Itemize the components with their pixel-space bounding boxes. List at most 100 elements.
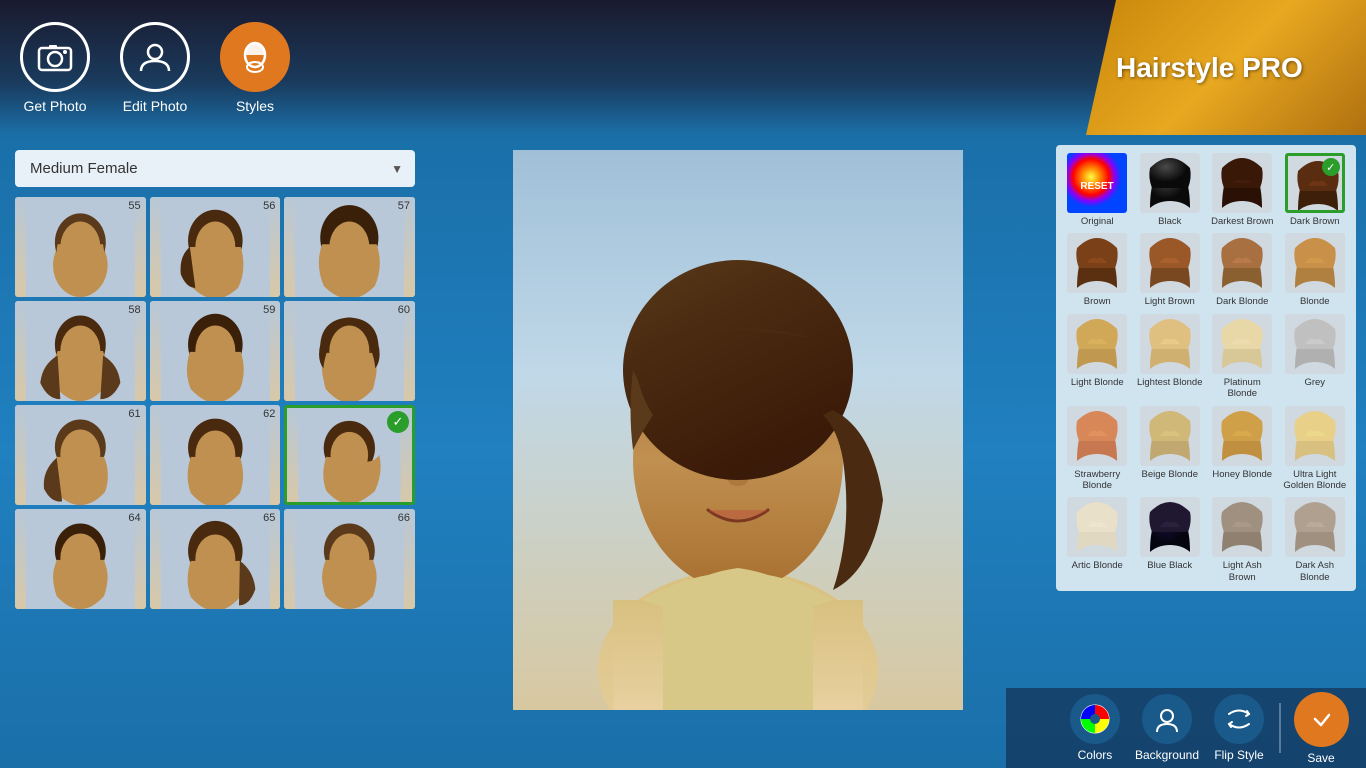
blonde-swatch-preview xyxy=(1285,233,1345,293)
style-item-63[interactable]: ✓ xyxy=(284,405,415,505)
blonde-swatch-label: Blonde xyxy=(1300,296,1330,307)
swatch-lightest-blonde[interactable]: Lightest Blonde xyxy=(1137,314,1204,400)
grey-swatch-label: Grey xyxy=(1304,377,1325,388)
nav-styles[interactable]: Styles xyxy=(220,22,290,114)
background-button[interactable]: Background xyxy=(1135,694,1199,762)
preview-image xyxy=(513,150,963,710)
blue-black-swatch-label: Blue Black xyxy=(1147,560,1192,571)
background-icon xyxy=(1142,694,1192,744)
brown-swatch-label: Brown xyxy=(1084,296,1111,307)
darkest-brown-swatch-label: Darkest Brown xyxy=(1211,216,1273,227)
swatch-dark-brown[interactable]: ✓ Dark Brown xyxy=(1282,153,1349,227)
style-item-60[interactable]: 60 xyxy=(284,301,415,401)
style-item-61[interactable]: 61 xyxy=(15,405,146,505)
swatch-platinum-blonde[interactable]: Platinum Blonde xyxy=(1209,314,1276,400)
nav-edit-photo[interactable]: Edit Photo xyxy=(120,22,190,114)
artic-blonde-swatch-preview xyxy=(1067,497,1127,557)
style-58-preview xyxy=(15,301,146,401)
style-item-57[interactable]: 57 xyxy=(284,197,415,297)
swatch-ultra-light-golden-blonde[interactable]: Ultra Light Golden Blonde xyxy=(1282,406,1349,492)
style-64-number: 64 xyxy=(128,512,140,524)
style-59-preview xyxy=(150,301,281,401)
style-item-59[interactable]: 59 xyxy=(150,301,281,401)
dark-brown-swatch-label: Dark Brown xyxy=(1290,216,1340,227)
color-swatch-grid: RESET Original Black xyxy=(1056,145,1356,591)
swatch-black[interactable]: Black xyxy=(1137,153,1204,227)
photo-preview-panel xyxy=(430,135,1046,768)
platinum-blonde-swatch-label: Platinum Blonde xyxy=(1209,377,1276,400)
style-65-number: 65 xyxy=(263,512,275,524)
colors-button[interactable]: Colors xyxy=(1065,694,1125,762)
style-57-number: 57 xyxy=(398,200,410,212)
background-label: Background xyxy=(1135,748,1199,762)
styles-icon xyxy=(220,22,290,92)
light-blonde-swatch-preview xyxy=(1067,314,1127,374)
swatch-blue-black[interactable]: Blue Black xyxy=(1137,497,1204,583)
swatch-dark-blonde[interactable]: Dark Blonde xyxy=(1209,233,1276,307)
selected-check-icon: ✓ xyxy=(387,411,409,433)
dark-brown-swatch-preview: ✓ xyxy=(1285,153,1345,213)
style-57-preview xyxy=(284,197,415,297)
dark-ash-blonde-swatch-preview xyxy=(1285,497,1345,557)
swatch-strawberry-blonde[interactable]: Strawberry Blonde xyxy=(1064,406,1131,492)
swatch-brown[interactable]: Brown xyxy=(1064,233,1131,307)
blue-black-swatch-preview xyxy=(1140,497,1200,557)
brown-swatch-preview xyxy=(1067,233,1127,293)
style-category-dropdown-container: Medium Female Short Female Long Female S… xyxy=(15,150,415,187)
style-62-preview xyxy=(150,405,281,505)
color-panel: RESET Original Black xyxy=(1046,135,1366,768)
style-category-dropdown[interactable]: Medium Female Short Female Long Female S… xyxy=(15,150,415,187)
beige-blonde-swatch-preview xyxy=(1140,406,1200,466)
flip-style-button[interactable]: Flip Style xyxy=(1209,694,1269,762)
style-56-number: 56 xyxy=(263,200,275,212)
dark-blonde-swatch-label: Dark Blonde xyxy=(1216,296,1268,307)
swatch-blonde[interactable]: Blonde xyxy=(1282,233,1349,307)
light-brown-swatch-label: Light Brown xyxy=(1145,296,1195,307)
swatch-dark-ash-blonde[interactable]: Dark Ash Blonde xyxy=(1282,497,1349,583)
save-button[interactable]: Save xyxy=(1291,692,1351,765)
swatch-artic-blonde[interactable]: Artic Blonde xyxy=(1064,497,1131,583)
style-item-55[interactable]: 55 xyxy=(15,197,146,297)
logo-text: Hairstyle PRO xyxy=(1116,52,1303,84)
style-item-58[interactable]: 58 xyxy=(15,301,146,401)
nav-get-photo[interactable]: Get Photo xyxy=(20,22,90,114)
swatch-beige-blonde[interactable]: Beige Blonde xyxy=(1137,406,1204,492)
style-62-number: 62 xyxy=(263,408,275,420)
artic-blonde-swatch-label: Artic Blonde xyxy=(1072,560,1123,571)
style-item-66[interactable]: 66 xyxy=(284,509,415,609)
black-swatch-preview xyxy=(1140,153,1200,213)
swatch-grey[interactable]: Grey xyxy=(1282,314,1349,400)
get-photo-label: Get Photo xyxy=(23,98,86,114)
darkest-brown-swatch-preview xyxy=(1212,153,1272,213)
lightest-blonde-swatch-label: Lightest Blonde xyxy=(1137,377,1203,388)
light-ash-brown-swatch-preview xyxy=(1212,497,1272,557)
swatch-honey-blonde[interactable]: Honey Blonde xyxy=(1209,406,1276,492)
dark-blonde-swatch-preview xyxy=(1212,233,1272,293)
style-item-62[interactable]: 62 xyxy=(150,405,281,505)
style-61-preview xyxy=(15,405,146,505)
colors-icon xyxy=(1070,694,1120,744)
style-item-64[interactable]: 64 xyxy=(15,509,146,609)
app-header: Get Photo Edit Photo Styles Hairst xyxy=(0,0,1366,135)
bottom-toolbar: Colors Background Flip Style xyxy=(1006,688,1366,768)
style-item-65[interactable]: 65 xyxy=(150,509,281,609)
original-swatch-label: Original xyxy=(1081,216,1114,227)
light-ash-brown-swatch-label: Light Ash Brown xyxy=(1209,560,1276,583)
style-selector-panel: Medium Female Short Female Long Female S… xyxy=(0,135,430,768)
honey-blonde-swatch-preview xyxy=(1212,406,1272,466)
style-item-56[interactable]: 56 xyxy=(150,197,281,297)
style-56-preview xyxy=(150,197,281,297)
style-66-preview xyxy=(284,509,415,609)
swatch-darkest-brown[interactable]: Darkest Brown xyxy=(1209,153,1276,227)
strawberry-blonde-swatch-preview xyxy=(1067,406,1127,466)
swatch-original[interactable]: RESET Original xyxy=(1064,153,1131,227)
style-59-number: 59 xyxy=(263,304,275,316)
swatch-light-blonde[interactable]: Light Blonde xyxy=(1064,314,1131,400)
dark-ash-blonde-swatch-label: Dark Ash Blonde xyxy=(1282,560,1349,583)
save-icon xyxy=(1294,692,1349,747)
light-blonde-swatch-label: Light Blonde xyxy=(1071,377,1124,388)
edit-photo-label: Edit Photo xyxy=(123,98,188,114)
swatch-light-brown[interactable]: Light Brown xyxy=(1137,233,1204,307)
swatch-light-ash-brown[interactable]: Light Ash Brown xyxy=(1209,497,1276,583)
strawberry-blonde-swatch-label: Strawberry Blonde xyxy=(1064,469,1131,492)
